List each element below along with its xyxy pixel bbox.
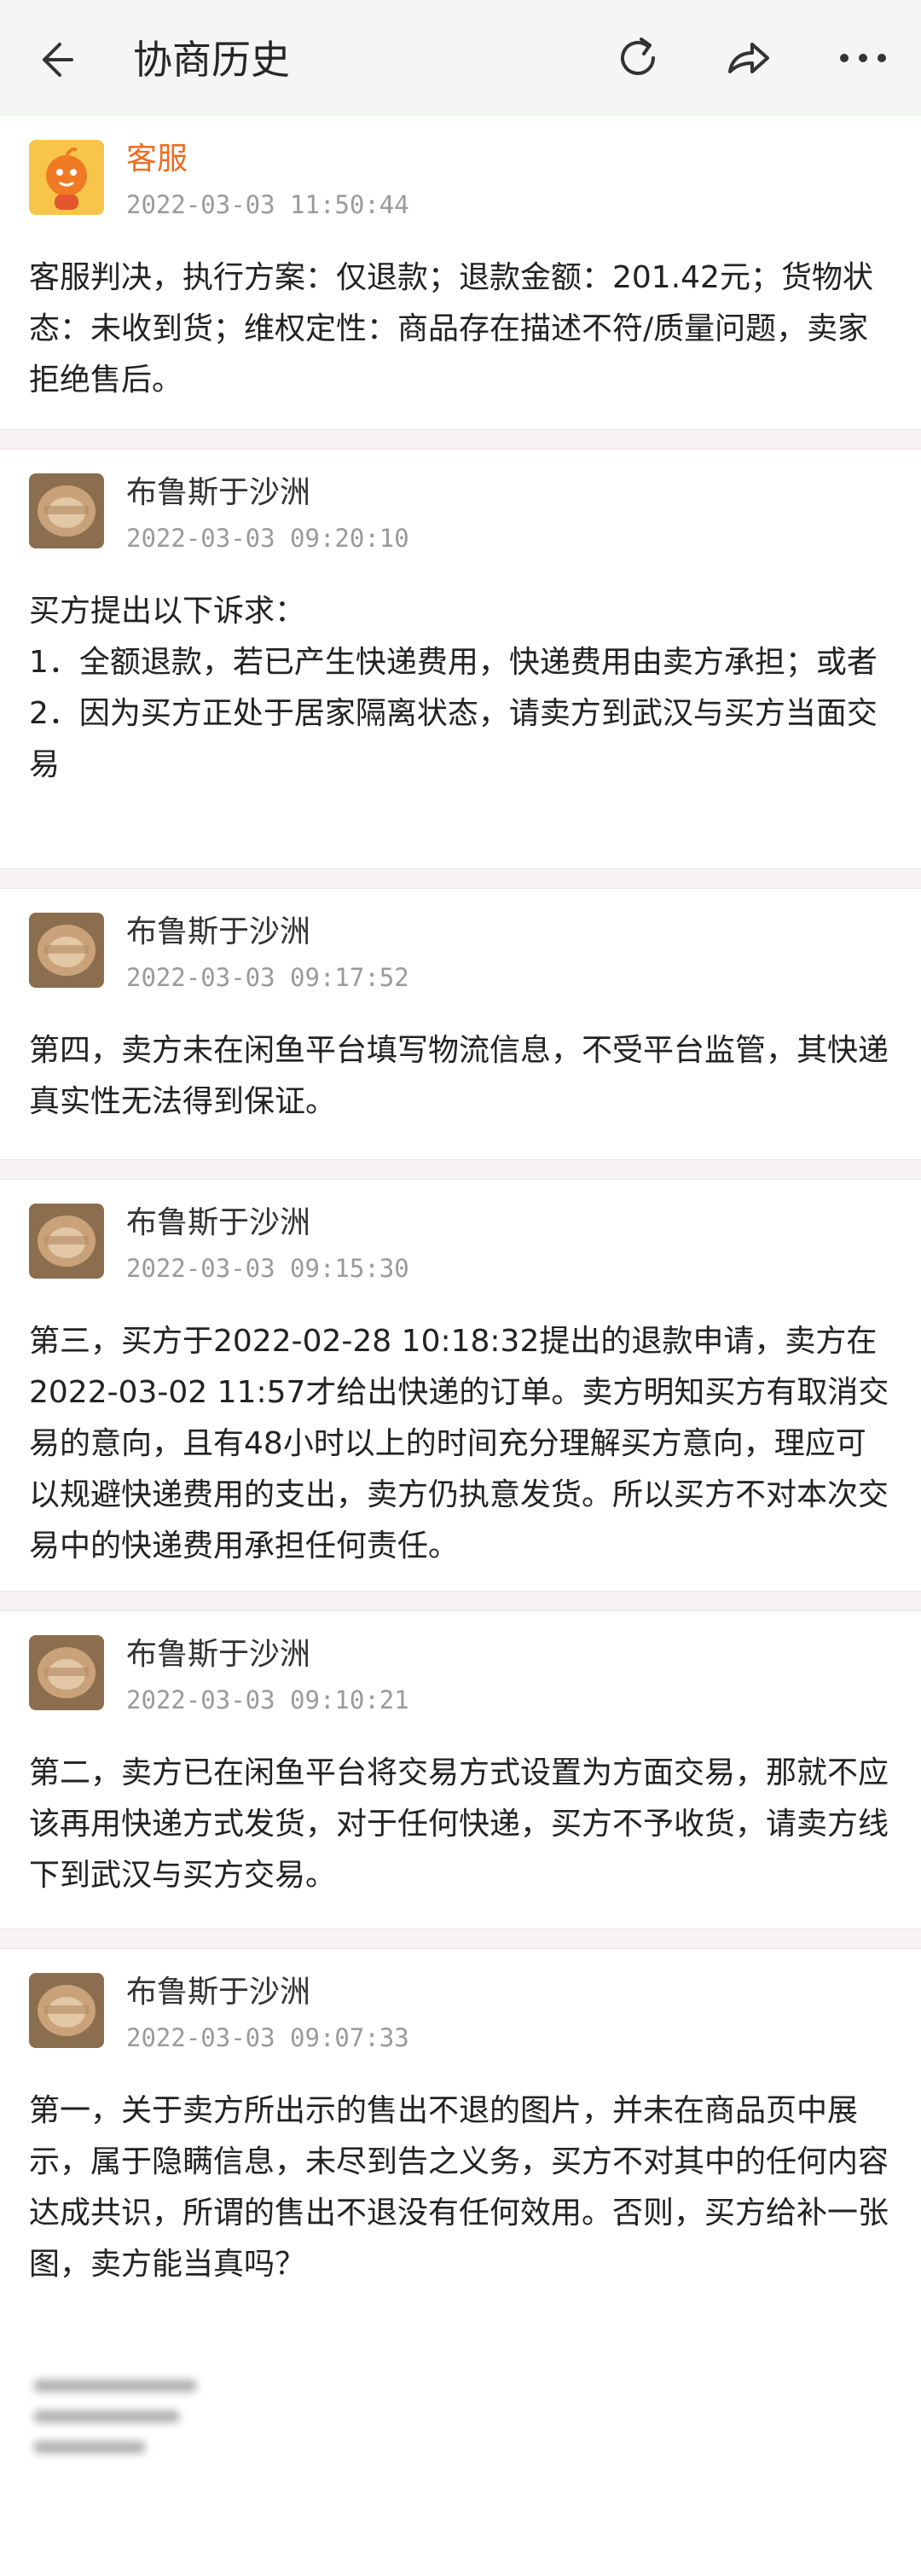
message-text: 买方提出以下诉求： 1．全额退款，若已产生快递费用，快递费用由卖方承担；或者 2…	[29, 594, 878, 782]
user-avatar[interactable]	[29, 473, 104, 548]
sender-name: 布鲁斯于沙洲	[126, 1975, 311, 2010]
user-avatar[interactable]	[29, 913, 104, 988]
user-avatar[interactable]	[29, 1635, 104, 1710]
message-item: 布鲁斯于沙洲 2022-03-03 09:20:10 买方提出以下诉求： 1．全…	[0, 450, 921, 868]
back-arrow-icon[interactable]	[34, 32, 89, 87]
message-time: 2022-03-03 09:20:10	[126, 524, 409, 553]
message-text: 第三，买方于2022-02-28 10:18:32提出的退款申请，卖方在2022…	[29, 1324, 889, 1564]
divider	[0, 429, 921, 450]
divider	[0, 1929, 921, 1949]
page-title: 协商历史	[133, 37, 290, 83]
message-item: 布鲁斯于沙洲 2022-03-03 09:17:52 第四，卖方未在闲鱼平台填写…	[0, 889, 921, 1159]
user-avatar[interactable]	[29, 1204, 104, 1279]
sender-name: 布鲁斯于沙洲	[126, 914, 311, 949]
sender-name: 布鲁斯于沙洲	[126, 475, 311, 510]
divider	[0, 868, 921, 889]
divider	[0, 1159, 921, 1180]
service-avatar	[29, 140, 104, 215]
message-text: 第二，卖方已在闲鱼平台将交易方式设置为方面交易，那就不应该再用快递方式发货，对于…	[29, 1755, 889, 1893]
message-text: 第四，卖方未在闲鱼平台填写物流信息，不受平台监管，其快递真实性无法得到保证。	[29, 1033, 889, 1119]
sender-name: 客服	[126, 142, 188, 177]
message-time: 2022-03-03 09:17:52	[126, 963, 409, 992]
top-bar: 协商历史	[0, 0, 921, 116]
divider	[0, 1591, 921, 1611]
message-time: 2022-03-03 09:10:21	[126, 1685, 409, 1714]
message-item: 客服 2022-03-03 11:50:44 客服判决，执行方案：仅退款；退款金…	[0, 116, 921, 429]
message-time: 2022-03-03 11:50:44	[126, 190, 409, 219]
message-text: 客服判决，执行方案：仅退款；退款金额：201.42元；货物状态：未收到货；维权定…	[29, 260, 873, 397]
refresh-icon[interactable]	[607, 27, 669, 89]
blurred-attachment-image[interactable]	[34, 2380, 213, 2508]
sender-name: 布鲁斯于沙洲	[126, 1205, 311, 1240]
message-text: 第一，关于卖方所出示的售出不退的图片，并未在商品页中展示，属于隐瞒信息，未尽到告…	[29, 2093, 889, 2282]
sender-name: 布鲁斯于沙洲	[126, 1637, 311, 1672]
message-time: 2022-03-03 09:15:30	[126, 1254, 409, 1283]
message-time: 2022-03-03 09:07:33	[126, 2023, 409, 2052]
message-item: 布鲁斯于沙洲 2022-03-03 09:15:30 第三，买方于2022-02…	[0, 1180, 921, 1591]
more-options-icon[interactable]	[832, 27, 894, 89]
share-icon[interactable]	[718, 27, 779, 89]
message-item: 布鲁斯于沙洲 2022-03-03 09:10:21 第二，卖方已在闲鱼平台将交…	[0, 1611, 921, 1929]
user-avatar[interactable]	[29, 1973, 104, 2048]
